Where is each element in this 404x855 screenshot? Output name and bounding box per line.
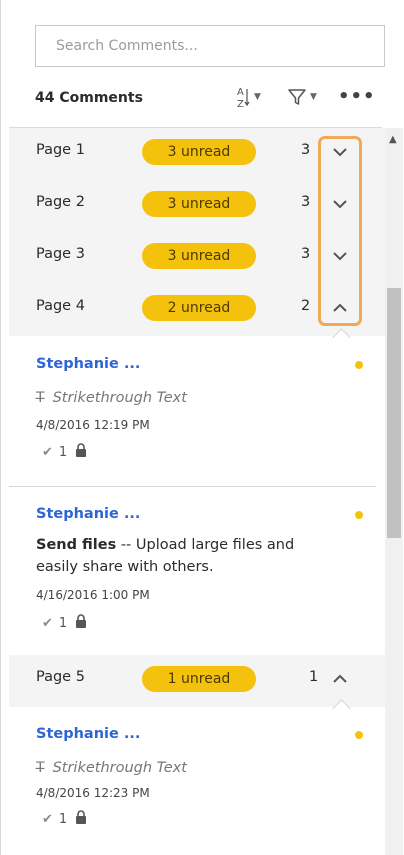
comment-date: 4/8/2016 12:23 PM — [36, 786, 150, 800]
lock-icon — [75, 443, 87, 461]
page-comment-count: 3 — [301, 246, 311, 262]
comment-subject-text: Strikethrough Text — [52, 760, 187, 776]
sort-button[interactable]: A Z ▼ — [235, 84, 261, 110]
comment-body-bold: Send files — [36, 537, 117, 553]
comment-body: Send files -- Upload large files and eas… — [36, 534, 336, 578]
page-group-header[interactable]: Page 4 2 unread 2 — [9, 284, 385, 336]
reply-count: 1 — [58, 615, 68, 631]
scroll-up-arrow-icon[interactable]: ▲ — [389, 134, 397, 145]
sort-caret-icon: ▼ — [254, 92, 261, 102]
more-options-button[interactable]: ••• — [338, 86, 376, 107]
unread-badge: 3 unread — [142, 191, 256, 217]
filter-icon — [287, 87, 307, 107]
scrollbar-thumb[interactable] — [387, 288, 401, 538]
page-comment-count: 1 — [309, 669, 319, 685]
search-box[interactable] — [35, 25, 385, 67]
lock-icon — [75, 614, 87, 632]
search-input[interactable] — [36, 26, 384, 66]
comment-count: 44 Comments — [35, 90, 143, 106]
comment-date: 4/16/2016 1:00 PM — [36, 588, 150, 602]
page-comment-count: 2 — [301, 298, 311, 314]
lock-icon — [75, 810, 87, 828]
page-label: Page 4 — [36, 298, 85, 314]
reply-count: 1 — [58, 444, 68, 460]
reply-count: 1 — [58, 811, 68, 827]
comment-meta: ✔ 1 — [42, 443, 87, 461]
comment-meta: ✔ 1 — [42, 614, 87, 632]
checkmark-icon[interactable]: ✔ — [42, 812, 53, 827]
comment-author[interactable]: Stephanie ... — [36, 506, 140, 522]
chevron-down-icon[interactable] — [329, 248, 351, 264]
card-divider — [9, 486, 376, 487]
filter-button[interactable]: ▼ — [287, 84, 317, 110]
chevron-up-icon[interactable] — [329, 671, 351, 687]
chevron-down-icon[interactable] — [329, 144, 351, 160]
comments-panel: 44 Comments A Z ▼ ▼ ••• ▲ Page 1 3 unrea… — [0, 0, 404, 855]
chevron-down-icon[interactable] — [329, 196, 351, 212]
unread-dot — [355, 731, 363, 739]
page-label: Page 2 — [36, 194, 85, 210]
page-group-header[interactable]: Page 1 3 unread 3 — [9, 128, 385, 180]
page-comment-count: 3 — [301, 142, 311, 158]
page-label: Page 5 — [36, 669, 85, 685]
page-group-header[interactable]: Page 3 3 unread 3 — [9, 232, 385, 284]
unread-badge: 2 unread — [142, 295, 256, 321]
page-group-header[interactable]: Page 2 3 unread 3 — [9, 180, 385, 232]
filter-caret-icon: ▼ — [310, 92, 317, 102]
comment-subject: T̶ Strikethrough Text — [36, 760, 187, 776]
strikethrough-icon: T̶ — [36, 390, 45, 406]
svg-text:A: A — [237, 87, 244, 98]
comment-card[interactable]: Stephanie ... T̶ Strikethrough Text 4/8/2… — [9, 726, 376, 846]
comment-subject: T̶ Strikethrough Text — [36, 390, 187, 406]
comment-author[interactable]: Stephanie ... — [36, 356, 140, 372]
comment-meta: ✔ 1 — [42, 810, 87, 828]
unread-badge: 3 unread — [142, 139, 256, 165]
comment-subject-text: Strikethrough Text — [52, 390, 187, 406]
comment-date: 4/8/2016 12:19 PM — [36, 418, 150, 432]
page-label: Page 3 — [36, 246, 85, 262]
page-comment-count: 3 — [301, 194, 311, 210]
page-label: Page 1 — [36, 142, 85, 158]
checkmark-icon[interactable]: ✔ — [42, 445, 53, 460]
strikethrough-icon: T̶ — [36, 760, 45, 776]
sort-az-icon: A Z — [235, 85, 251, 109]
unread-badge: 3 unread — [142, 243, 256, 269]
chevron-up-icon[interactable] — [329, 300, 351, 316]
comment-author[interactable]: Stephanie ... — [36, 726, 140, 742]
unread-dot — [355, 511, 363, 519]
page-group-header[interactable]: Page 5 1 unread 1 — [9, 655, 385, 707]
svg-text:Z: Z — [237, 99, 244, 109]
unread-badge: 1 unread — [142, 666, 256, 692]
checkmark-icon[interactable]: ✔ — [42, 616, 53, 631]
scrollbar[interactable]: ▲ — [385, 128, 403, 855]
unread-dot — [355, 361, 363, 369]
comment-card[interactable]: Stephanie ... Send files -- Upload large… — [9, 506, 376, 646]
comment-card[interactable]: Stephanie ... T̶ Strikethrough Text 4/8/2… — [9, 356, 376, 476]
